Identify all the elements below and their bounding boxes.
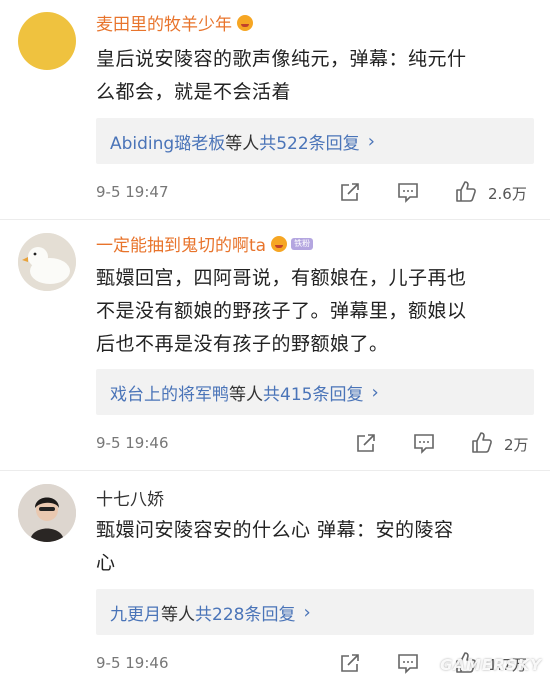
reply-summary[interactable]: 九更月 等人 共228条回复 › [96, 589, 534, 635]
username-row: 一定能抽到鬼切的啊ta 铁粉 [96, 231, 314, 256]
comment-text: 皇后说安陵容的歌声像纯元，弹幕：纯元什 么都会，就是不会活着 [96, 43, 526, 109]
thumbs-up-icon[interactable] [470, 431, 494, 455]
chevron-right-icon: › [371, 381, 379, 403]
share-icon[interactable] [338, 651, 362, 675]
comment-icon[interactable] [396, 651, 420, 675]
reply-count: 共522条回复 [259, 133, 360, 154]
like-count: 2.6万 [488, 185, 527, 203]
username-row: 麦田里的牧羊少年 [96, 10, 253, 35]
comment-footer: 9-5 19:46 2万 [96, 428, 536, 458]
avatar[interactable] [18, 12, 76, 70]
timestamp: 9-5 19:46 [96, 654, 169, 672]
reply-count: 共415条回复 [263, 384, 364, 405]
comment-line: 不是没有额娘的野孩子了。弹幕里，额娘以 [96, 300, 467, 322]
comment-line: 甄嬛问安陵容安的什么心 弹幕：安的陵容 [96, 519, 454, 541]
comment-line: 后也不再是没有孩子的野额娘了。 [96, 333, 389, 355]
person-avatar-icon [18, 484, 76, 542]
reply-user: 戏台上的将军鸭 [110, 384, 229, 405]
emoji-icon [271, 235, 288, 252]
watermark-logo: GAMERSKY [440, 656, 542, 674]
divider [0, 470, 550, 471]
like-count: 2万 [504, 436, 529, 454]
reply-mid: 等人 [229, 384, 263, 405]
reply-summary[interactable]: 戏台上的将军鸭 等人 共415条回复 › [96, 369, 534, 415]
chevron-right-icon: › [367, 130, 375, 152]
reply-summary[interactable]: Abiding璐老板 等人 共522条回复 › [96, 118, 534, 164]
username-row: 十七八娇 [96, 485, 164, 510]
share-icon[interactable] [354, 431, 378, 455]
thumbs-up-icon[interactable] [454, 180, 478, 204]
reply-mid: 等人 [225, 133, 260, 154]
comment-line: 皇后说安陵容的歌声像纯元，弹幕：纯元什 [96, 48, 467, 70]
comment-icon[interactable] [412, 431, 436, 455]
divider [0, 219, 550, 220]
avatar[interactable] [18, 233, 76, 291]
reply-user: Abiding璐老板 [110, 133, 226, 154]
comment-line: 么都会，就是不会活着 [96, 81, 292, 103]
reply-count: 共228条回复 [195, 604, 296, 625]
comment-text: 甄嬛回宫，四阿哥说，有额娘在，儿子再也 不是没有额娘的野孩子了。弹幕里，额娘以 … [96, 262, 526, 361]
timestamp: 9-5 19:47 [96, 183, 169, 201]
share-icon[interactable] [338, 180, 362, 204]
comment-icon[interactable] [396, 180, 420, 204]
comment-text: 甄嬛问安陵容安的什么心 弹幕：安的陵容 心 [96, 514, 526, 580]
reply-mid: 等人 [161, 604, 195, 625]
chevron-right-icon: › [303, 601, 311, 623]
duck-avatar-icon [18, 233, 76, 291]
username[interactable]: 一定能抽到鬼切的啊ta [96, 231, 266, 256]
emoji-icon [237, 14, 253, 31]
comment-line: 甄嬛回宫，四阿哥说，有额娘在，儿子再也 [96, 267, 467, 289]
comment-line: 心 [96, 552, 116, 574]
timestamp: 9-5 19:46 [96, 434, 169, 452]
comment-footer: 9-5 19:47 2.6万 [96, 177, 536, 207]
fan-badge: 铁粉 [291, 237, 314, 250]
username[interactable]: 麦田里的牧羊少年 [96, 10, 232, 35]
reply-user: 九更月 [110, 604, 161, 625]
username[interactable]: 十七八娇 [96, 485, 164, 510]
avatar[interactable] [18, 484, 76, 542]
